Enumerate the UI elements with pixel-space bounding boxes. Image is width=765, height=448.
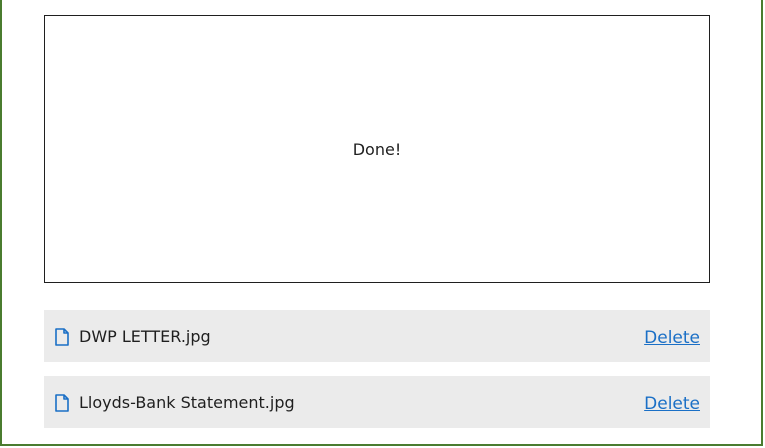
file-list-item: Lloyds-Bank Statement.jpg Delete [44,376,710,428]
file-name: Lloyds-Bank Statement.jpg [79,392,295,412]
file-dropzone[interactable]: Done! [44,15,710,283]
delete-file-link[interactable]: Delete [644,328,700,348]
file-icon [54,394,70,412]
delete-file-link[interactable]: Delete [644,394,700,414]
file-list-item: DWP LETTER.jpg Delete [44,310,710,362]
dropzone-status-text: Done! [352,139,402,159]
file-name: DWP LETTER.jpg [79,326,211,346]
file-icon [54,328,70,346]
